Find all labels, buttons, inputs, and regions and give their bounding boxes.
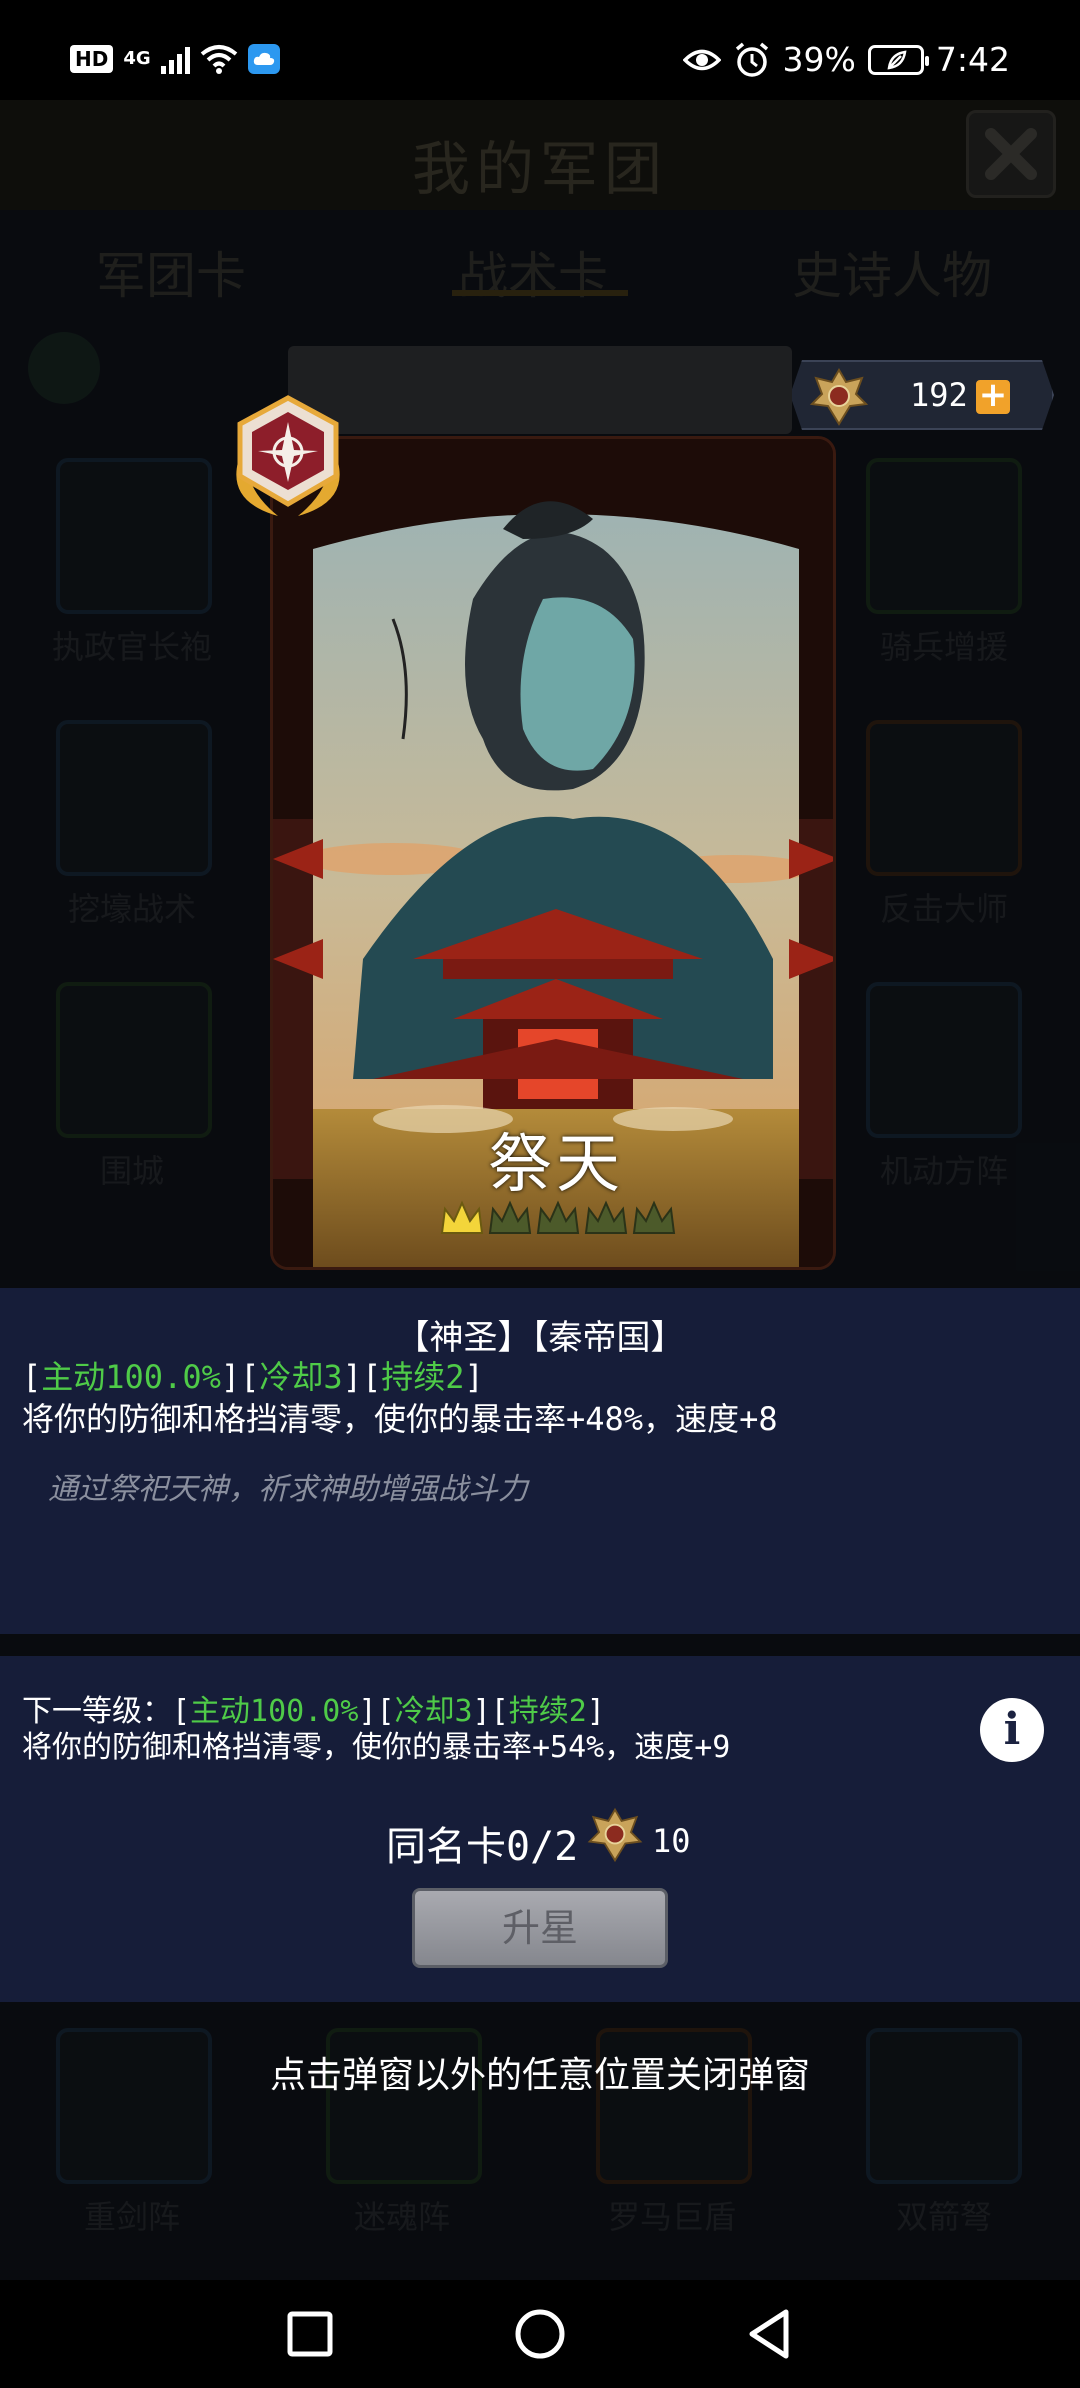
crown-icon-empty <box>536 1200 580 1234</box>
crown-icon-empty <box>632 1200 676 1234</box>
card-flavor-text: 通过祭祀天神，祈求神助增强战斗力 <box>48 1472 528 1507</box>
stat-active: 主动100.0% <box>41 1358 221 1396</box>
tactic-card: 祭天 <box>270 436 836 1270</box>
alarm-icon <box>735 42 768 77</box>
signal-icon <box>160 44 190 74</box>
stat-duration: 持续2 <box>381 1358 465 1396</box>
star-rating <box>439 1195 679 1247</box>
cloud-icon <box>247 44 280 74</box>
upgrade-cost: 10 <box>652 1822 691 1860</box>
battery-percent: 39% <box>782 40 856 79</box>
recents-icon[interactable] <box>282 2306 338 2362</box>
next-level-effect: 将你的防御和格挡清零，使你的暴击率+54%，速度+9 <box>22 1730 731 1765</box>
info-button[interactable]: i <box>980 1698 1044 1762</box>
upgrade-star-button[interactable]: 升星 <box>412 1888 668 1968</box>
card-name: 祭天 <box>488 1128 624 1202</box>
crown-icon-empty <box>584 1200 628 1234</box>
hd-indicator: HD <box>70 45 114 73</box>
back-icon[interactable] <box>742 2306 798 2362</box>
home-icon[interactable] <box>512 2306 568 2362</box>
rank-badge-icon <box>236 395 340 516</box>
currency-value: 192 <box>910 376 968 414</box>
clock: 7:42 <box>935 40 1010 79</box>
stat-cooldown: 冷却3 <box>259 1358 343 1396</box>
crown-icon-empty <box>488 1200 532 1234</box>
battery-icon <box>867 44 929 75</box>
card-effect: 将你的防御和格挡清零，使你的暴击率+48%，速度+8 <box>22 1400 778 1438</box>
currency-display: 192 + <box>790 360 1054 430</box>
card-nameplate <box>288 346 792 434</box>
card-stats: [主动100.0%][冷却3][持续2] <box>22 1358 484 1396</box>
close-hint: 点击弹窗以外的任意位置关闭弹窗 <box>269 2055 810 2096</box>
eye-icon <box>682 49 721 70</box>
eagle-emblem-icon <box>587 1807 643 1863</box>
wifi-icon <box>200 45 237 74</box>
network-type: 4G <box>123 48 151 69</box>
crown-icon-filled <box>440 1200 484 1234</box>
duplicate-card-count: 同名卡0/2 <box>386 1824 579 1870</box>
add-currency-button[interactable]: + <box>976 378 1010 414</box>
eagle-emblem-icon <box>809 368 869 426</box>
